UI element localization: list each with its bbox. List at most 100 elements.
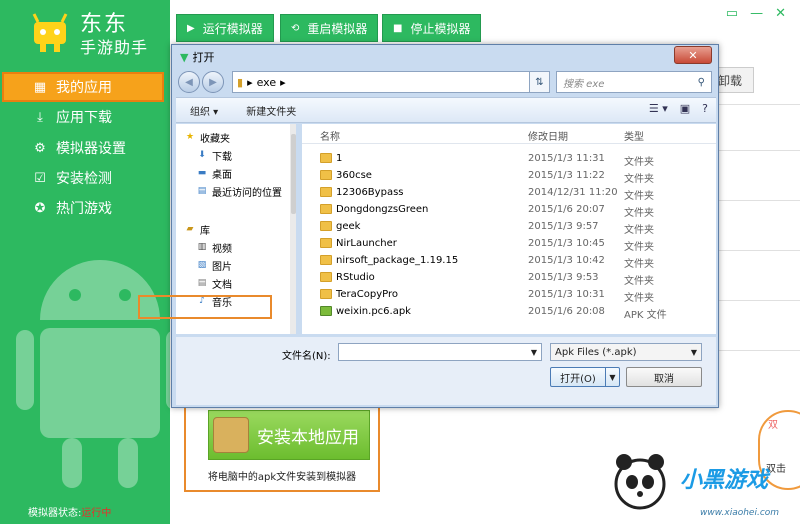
stop-emulator-button[interactable]: ■ 停止模拟器 [382,14,482,42]
file-row[interactable]: 12306Bypass 2014/12/31 11:20 文件夹 [302,184,716,202]
cancel-button[interactable]: 取消 [626,367,702,387]
column-type[interactable]: 类型 [624,128,644,143]
restart-emulator-label: 重启模拟器 [307,21,368,36]
app-subtitle: 手游助手 [80,38,149,57]
tree-label: 收藏夹 [200,133,230,145]
folder-icon [320,221,332,231]
download-folder-icon: ⬇ [198,150,206,160]
view-options-icon[interactable]: ☰ ▾ [649,102,668,115]
chevron-down-icon[interactable]: ▼ [531,348,537,357]
dialog-close-button[interactable]: ✕ [674,46,712,64]
file-row[interactable]: DongdongzsGreen 2015/1/6 20:07 文件夹 [302,201,716,219]
chevron-down-icon: ▼ [690,347,697,357]
file-type: APK 文件 [624,310,667,321]
restart-emulator-button[interactable]: ⟲ 重启模拟器 [280,14,379,42]
forward-button[interactable]: ▶ [202,71,224,93]
file-row[interactable]: TeraCopyPro 2015/1/3 10:31 文件夹 [302,286,716,304]
install-local-app-panel: 安装本地应用 将电脑中的apk文件安装到模拟器 [184,396,380,492]
search-input[interactable]: 搜索 exe ⚲ [556,71,712,93]
play-icon: ▶ [187,22,195,34]
tree-favorites[interactable]: ★ 收藏夹 [184,128,294,146]
run-emulator-label: 运行模拟器 [202,21,263,36]
sidebar-item-my-apps[interactable]: ▦ 我的应用 [2,72,164,102]
file-row-apk[interactable]: weixin.pc6.apk 2015/1/6 20:08 APK 文件 [302,303,716,321]
android-mascot-graphic [16,260,184,488]
folder-icon [320,170,332,180]
refresh-button[interactable]: ⇅ [530,71,550,93]
address-bar[interactable]: ▮ ▸ exe ▸ [232,71,530,93]
open-button-label: 打开(O) [560,373,596,385]
file-name: 360cse [336,170,372,181]
file-name: TeraCopyPro [336,289,399,300]
organize-button[interactable]: 组织 ▾ [190,103,218,118]
filetype-select[interactable]: Apk Files (*.apk) ▼ [550,343,702,361]
file-row[interactable]: nirsoft_package_1.19.15 2015/1/3 10:42 文… [302,252,716,270]
install-local-app-button[interactable]: 安装本地应用 [208,410,370,460]
new-folder-button[interactable]: 新建文件夹 [246,103,296,118]
back-button[interactable]: ◀ [178,71,200,93]
sidebar-item-hot-games[interactable]: ✪ 热门游戏 [0,193,170,223]
file-row[interactable]: NirLauncher 2015/1/3 10:45 文件夹 [302,235,716,253]
file-name: nirsoft_package_1.19.15 [336,255,459,266]
dialog-title-text: 打开 [192,51,215,64]
tree-scrollbar-thumb[interactable] [291,134,296,214]
status-label: 模拟器状态: [28,508,82,519]
file-row[interactable]: RStudio 2015/1/3 9:53 文件夹 [302,269,716,287]
preview-pane-icon[interactable]: ▣ [680,102,690,115]
file-row[interactable]: geek 2015/1/3 9:57 文件夹 [302,218,716,236]
restart-icon: ⟲ [291,22,300,34]
breadcrumb-folder[interactable]: exe [257,76,277,89]
folder-icon [320,255,332,265]
sidebar-item-app-download[interactable]: ⤓ 应用下载 [0,102,170,132]
sidebar-item-install-check[interactable]: ☑ 安装检测 [0,163,170,193]
minimize-icon[interactable]: — [750,6,763,21]
column-date[interactable]: 修改日期 [528,128,568,143]
documents-icon: ▤ [197,278,207,288]
file-type: 文件夹 [624,293,654,304]
recent-places-icon: ▤ [197,186,207,196]
tree-label: 桌面 [212,169,232,181]
filename-input[interactable]: ▼ [338,343,542,361]
breadcrumb-separator[interactable]: ▸ [280,76,286,89]
file-date: 2015/1/3 9:53 [528,272,599,283]
folder-icon [320,238,332,248]
install-hint: 将电脑中的apk文件安装到模拟器 [207,472,357,483]
navigation-row: ◀ ▶ ▮ ▸ exe ▸ ⇅ 搜索 exe ⚲ [176,69,716,95]
hot-icon: ✪ [34,200,46,216]
view-controls: ☰ ▾ ▣ ? [649,102,708,115]
file-list: 名称 修改日期 类型 1 2015/1/3 11:31 文件夹 360cse 2… [302,124,716,334]
file-date: 2015/1/3 11:22 [528,170,605,181]
open-button[interactable]: 打开(O) ▼ [550,367,620,387]
stop-emulator-label: 停止模拟器 [410,21,471,36]
help-icon[interactable]: ? [702,102,708,115]
emulator-status: 模拟器状态:运行中 [28,504,111,519]
open-file-dialog: ▼ 打开 ✕ ◀ ▶ ▮ ▸ exe ▸ ⇅ 搜索 exe ⚲ 组织 ▾ 新建文… [171,44,719,408]
chat-icon[interactable]: ▭ [726,6,738,21]
file-date: 2015/1/3 10:45 [528,238,605,249]
window-controls: ▭ — ✕ [726,6,786,21]
run-emulator-button[interactable]: ▶ 运行模拟器 [176,14,274,42]
filename-label: 文件名(N): [282,351,331,362]
column-name[interactable]: 名称 [320,128,340,143]
file-type: 文件夹 [624,225,654,236]
apk-file-icon [320,306,332,316]
tree-label: 下载 [212,151,232,163]
sidebar-item-label: 我的应用 [56,80,112,96]
file-name: geek [336,221,361,232]
apk-file-highlight [138,295,272,319]
folder-icon [320,153,332,163]
sidebar-item-emulator-settings[interactable]: ⚙ 模拟器设置 [0,133,170,163]
file-type: 文件夹 [624,191,654,202]
open-dropdown-icon[interactable]: ▼ [605,368,619,386]
file-name: 12306Bypass [336,187,404,198]
command-bar: 组织 ▾ 新建文件夹 ☰ ▾ ▣ ? [176,97,716,123]
close-icon[interactable]: ✕ [775,6,786,21]
sidebar-item-label: 热门游戏 [56,201,112,217]
tree-library[interactable]: ▰ 库 [184,220,294,238]
file-row[interactable]: 1 2015/1/3 11:31 文件夹 [302,150,716,168]
file-row[interactable]: 360cse 2015/1/3 11:22 文件夹 [302,167,716,185]
file-date: 2015/1/6 20:08 [528,306,605,317]
file-date: 2015/1/6 20:07 [528,204,605,215]
pictures-icon: ▧ [197,260,207,270]
file-name: RStudio [336,272,375,283]
